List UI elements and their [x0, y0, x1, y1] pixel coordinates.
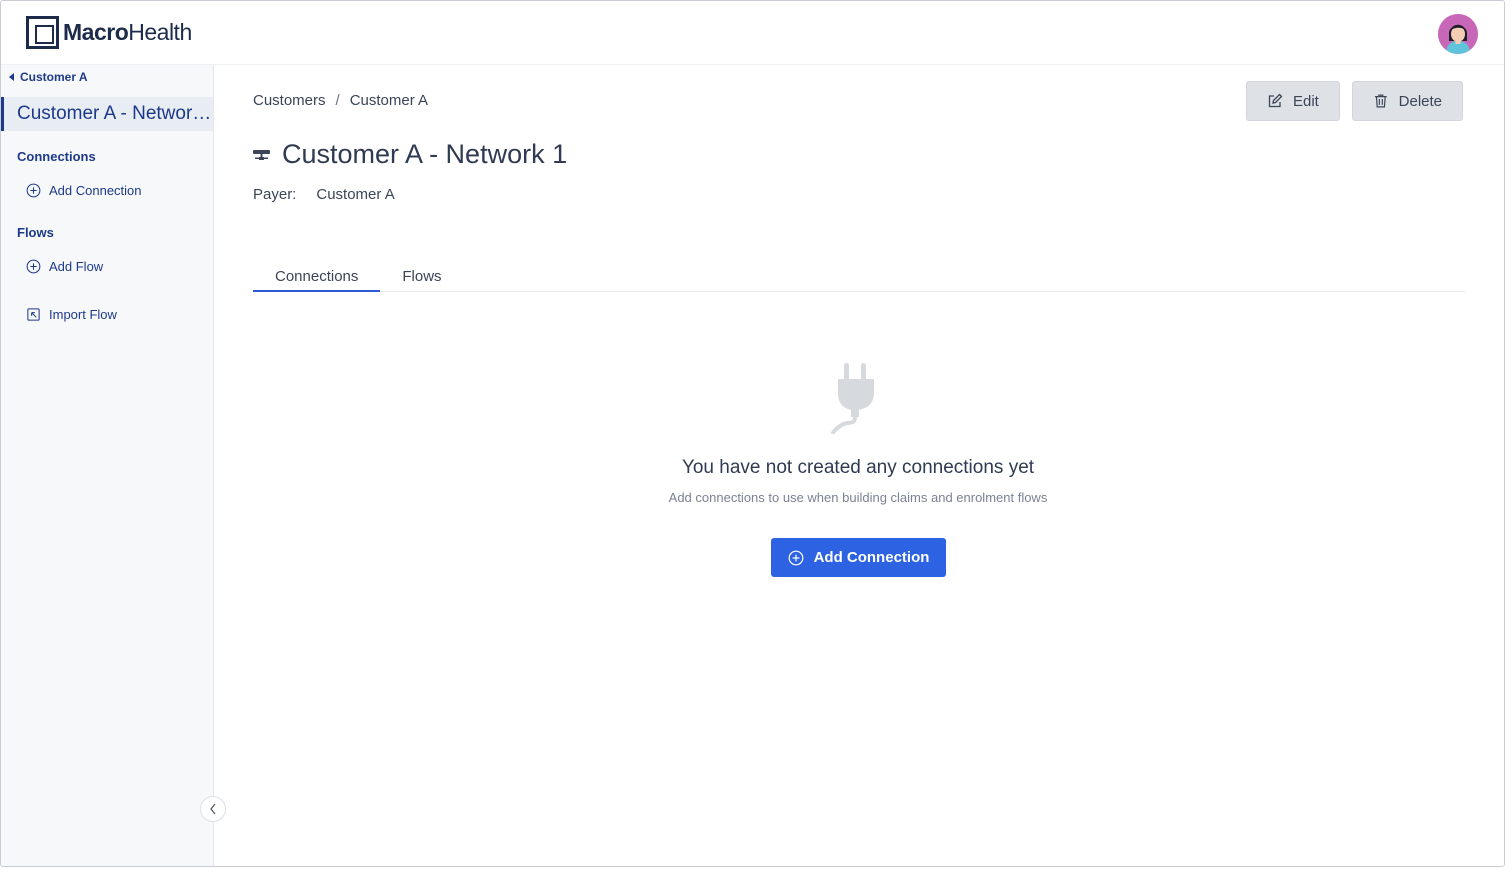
sidebar-add-flow[interactable]: Add Flow	[26, 259, 103, 274]
empty-state-subtitle: Add connections to use when building cla…	[668, 490, 1048, 505]
import-icon	[27, 308, 40, 321]
caret-left-icon	[9, 73, 14, 81]
breadcrumb: Customers / Customer A	[253, 92, 428, 109]
breadcrumb-customer-a[interactable]: Customer A	[350, 92, 428, 109]
top-bar: MacroHealth	[1, 1, 1504, 65]
sidebar-import-flow-label: Import Flow	[49, 307, 117, 322]
sidebar-add-connection-label: Add Connection	[49, 183, 142, 198]
sidebar-current-network[interactable]: Customer A - Network 1	[1, 97, 213, 131]
delete-button-label: Delete	[1398, 92, 1442, 110]
trash-icon	[1374, 94, 1387, 108]
breadcrumb-customers[interactable]: Customers	[253, 92, 326, 109]
chevron-left-icon	[210, 803, 216, 815]
sidebar-section-connections: Connections	[17, 149, 96, 164]
add-connection-button-label: Add Connection	[813, 549, 930, 566]
payer-value: Customer A	[316, 186, 395, 203]
macrohealth-logo[interactable]: MacroHealth	[26, 16, 192, 49]
sidebar-section-flows: Flows	[17, 225, 54, 240]
sidebar: Customer A Customer A - Network 1 Connec…	[1, 65, 214, 866]
network-icon	[253, 149, 270, 160]
tab-connections[interactable]: Connections	[253, 263, 381, 292]
tab-bar: Connections Flows	[253, 263, 1465, 292]
app-window: MacroHealth Customer A Customer A - Netw…	[0, 0, 1505, 867]
plus-circle-icon	[788, 550, 803, 565]
edit-button[interactable]: Edit	[1246, 81, 1340, 121]
user-avatar[interactable]	[1438, 14, 1478, 54]
empty-state-title: You have not created any connections yet	[681, 457, 1035, 478]
sidebar-add-flow-label: Add Flow	[49, 259, 104, 274]
plus-circle-icon	[26, 183, 41, 198]
payer-info: Payer: Customer A	[253, 186, 395, 203]
logo-mark-icon	[26, 16, 59, 49]
payer-label: Payer:	[253, 186, 297, 203]
sidebar-import-flow[interactable]: Import Flow	[26, 307, 117, 322]
main-content: Customers / Customer A Edit Delete Custo…	[215, 65, 1504, 866]
edit-button-label: Edit	[1293, 92, 1319, 110]
sidebar-back-label: Customer A	[20, 70, 88, 84]
page-title-row: Customer A - Network 1	[253, 139, 567, 170]
tab-flows[interactable]: Flows	[380, 263, 463, 292]
sidebar-collapse-button[interactable]	[200, 796, 226, 822]
sidebar-back-link[interactable]: Customer A	[9, 70, 88, 84]
add-connection-button[interactable]: Add Connection	[771, 538, 946, 577]
page-title: Customer A - Network 1	[282, 139, 568, 169]
sidebar-add-connection[interactable]: Add Connection	[26, 183, 142, 198]
logo-text: MacroHealth	[63, 19, 192, 45]
avatar-icon	[1438, 14, 1478, 54]
plus-circle-icon	[26, 259, 41, 274]
edit-icon	[1268, 93, 1283, 108]
plug-icon	[831, 363, 874, 434]
breadcrumb-separator: /	[335, 92, 340, 109]
delete-button[interactable]: Delete	[1352, 81, 1463, 121]
